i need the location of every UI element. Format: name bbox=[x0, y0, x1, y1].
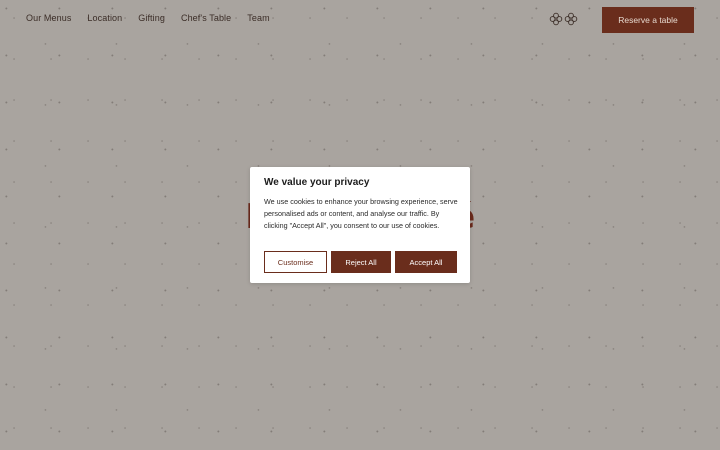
nav-link-chefs-table[interactable]: Chef's Table bbox=[181, 13, 231, 23]
customise-button[interactable]: Customise bbox=[264, 251, 327, 273]
nav-link-location[interactable]: Location bbox=[87, 13, 122, 23]
two-flower-icon[interactable] bbox=[549, 12, 579, 27]
reject-all-button[interactable]: Reject All bbox=[331, 251, 391, 273]
main-menu: Our Menus Location Gifting Chef's Table … bbox=[26, 13, 270, 23]
flower-icon bbox=[564, 12, 578, 26]
reserve-table-button[interactable]: Reserve a table bbox=[602, 7, 694, 33]
accept-all-button[interactable]: Accept All bbox=[395, 251, 457, 273]
nav-link-team[interactable]: Team bbox=[247, 13, 269, 23]
top-navigation: Our Menus Location Gifting Chef's Table … bbox=[0, 0, 720, 40]
cookie-dialog-title: We value your privacy bbox=[264, 177, 370, 188]
cookie-dialog-text: We use cookies to enhance your browsing … bbox=[264, 197, 458, 230]
flower-icon bbox=[549, 12, 563, 26]
cookie-consent-dialog: We value your privacy We use cookies to … bbox=[250, 167, 470, 283]
nav-link-gifting[interactable]: Gifting bbox=[138, 13, 165, 23]
nav-link-our-menus[interactable]: Our Menus bbox=[26, 13, 71, 23]
cookie-actions: Customise Reject All Accept All bbox=[264, 251, 457, 273]
